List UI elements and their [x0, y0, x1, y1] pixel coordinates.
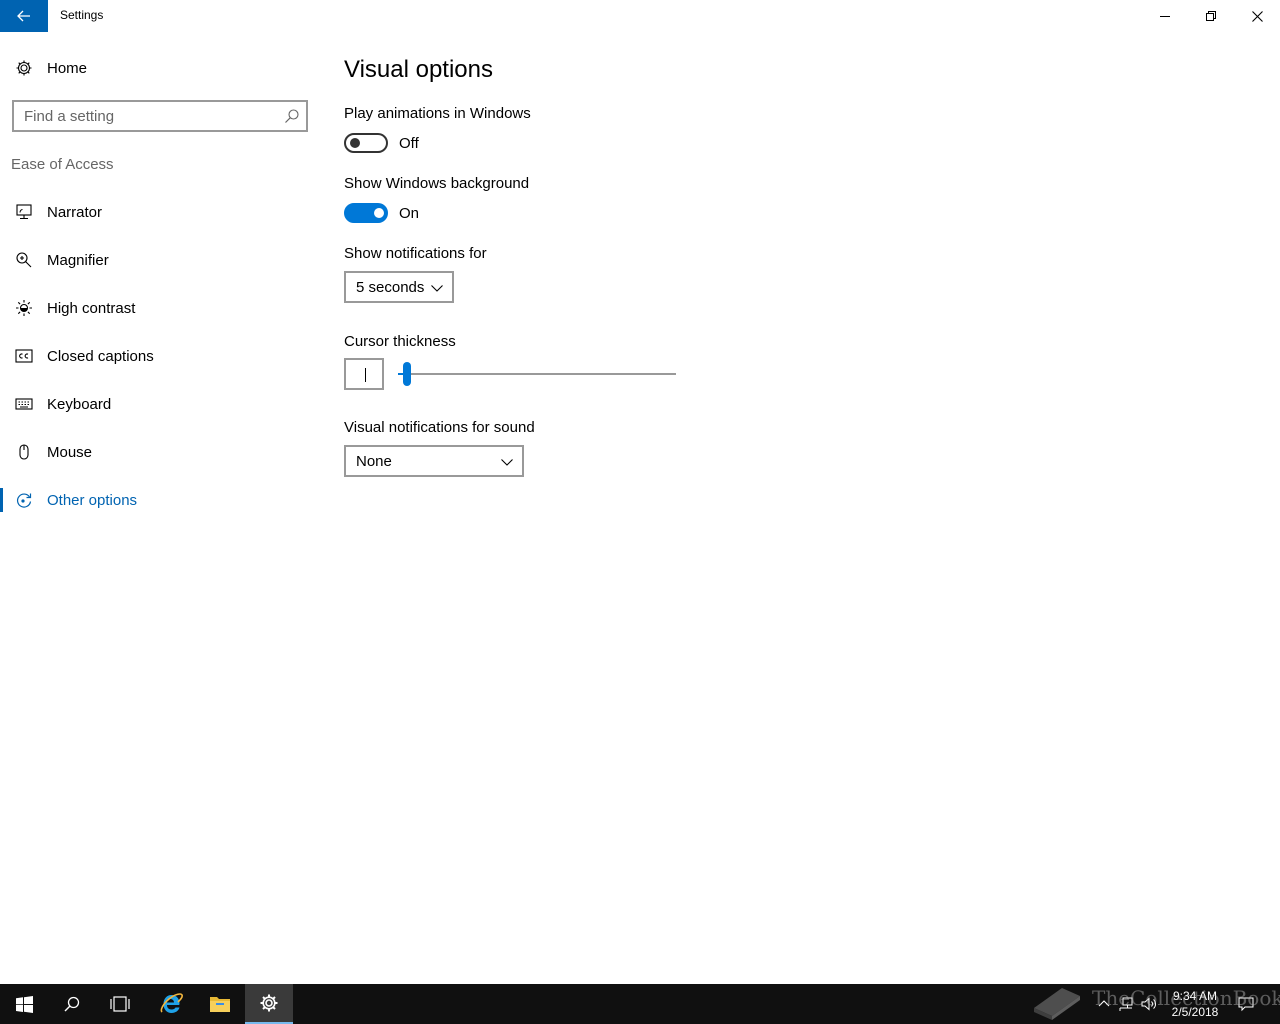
sidebar-item-other-options[interactable]: Other options: [0, 480, 320, 520]
sidebar-item-high-contrast[interactable]: High contrast: [0, 288, 320, 328]
play-animations-label: Play animations in Windows: [344, 105, 531, 122]
mouse-icon: [14, 442, 34, 462]
volume-icon[interactable]: [1141, 996, 1157, 1012]
cursor-thickness-slider-track[interactable]: [398, 373, 676, 375]
taskbar: 9:34 AM 2/5/2018: [0, 984, 1280, 1024]
sidebar-item-label: High contrast: [47, 299, 136, 317]
sidebar-item-label: Keyboard: [47, 395, 112, 413]
search-input[interactable]: [14, 102, 264, 130]
toggle-knob: [374, 208, 384, 218]
restore-icon: [1206, 11, 1216, 21]
close-button[interactable]: [1234, 0, 1280, 32]
chevron-down-icon: [431, 285, 443, 292]
text-cursor: [365, 368, 366, 382]
taskbar-clock[interactable]: 9:34 AM 2/5/2018: [1160, 988, 1230, 1020]
settings-taskbar-button[interactable]: [245, 984, 293, 1024]
dropdown-value: 5 seconds: [356, 278, 425, 296]
sidebar-item-magnifier[interactable]: Magnifier: [0, 240, 320, 280]
section-heading: Ease of Access: [11, 156, 114, 173]
chevron-down-icon: [501, 459, 513, 466]
cursor-thickness-label: Cursor thickness: [344, 333, 456, 350]
clock-time: 9:34 AM: [1172, 989, 1218, 1003]
chevron-up-icon[interactable]: [1096, 996, 1112, 1012]
visual-sound-label: Visual notifications for sound: [344, 419, 535, 436]
high-contrast-icon: [14, 298, 34, 318]
search-icon: [64, 996, 80, 1012]
notifications-duration-label: Show notifications for: [344, 245, 487, 262]
show-background-state: On: [399, 205, 420, 222]
narrator-icon: [14, 202, 34, 222]
back-arrow-icon: [17, 10, 30, 22]
cursor-preview: [344, 358, 384, 390]
sidebar-item-label: Other options: [47, 491, 138, 509]
task-view-icon: [110, 996, 130, 1012]
gear-icon: [14, 58, 34, 78]
back-button[interactable]: [0, 0, 48, 32]
play-animations-state: Off: [399, 135, 419, 152]
minimize-button[interactable]: [1142, 0, 1188, 32]
sidebar-item-mouse[interactable]: Mouse: [0, 432, 320, 472]
show-background-toggle[interactable]: [344, 203, 388, 223]
dropdown-value: None: [356, 452, 392, 470]
internet-explorer-icon: [160, 993, 183, 1013]
file-explorer-button[interactable]: [196, 984, 244, 1024]
sidebar-item-label: Closed captions: [47, 347, 154, 365]
sidebar-item-label: Narrator: [47, 203, 103, 221]
sidebar-item-label: Home: [47, 59, 88, 77]
active-indicator: [0, 488, 3, 512]
close-icon: [1251, 10, 1263, 22]
task-view-button[interactable]: [96, 984, 144, 1024]
search-icon[interactable]: [284, 108, 300, 124]
sidebar-item-narrator[interactable]: Narrator: [0, 192, 320, 232]
internet-explorer-button[interactable]: [147, 984, 195, 1024]
closed-captions-icon: [14, 346, 34, 366]
network-icon[interactable]: [1118, 996, 1134, 1012]
toggle-knob: [350, 138, 360, 148]
search-button[interactable]: [48, 984, 96, 1024]
show-background-label: Show Windows background: [344, 175, 530, 192]
visual-sound-dropdown[interactable]: None: [344, 445, 524, 477]
other-options-icon: [14, 490, 34, 510]
keyboard-icon: [14, 394, 34, 414]
windows-logo-icon: [15, 995, 33, 1013]
notifications-duration-dropdown[interactable]: 5 seconds: [344, 271, 454, 303]
sidebar-item-label: Mouse: [47, 443, 93, 461]
title-bar: Settings: [0, 0, 1280, 32]
sidebar-item-keyboard[interactable]: Keyboard: [0, 384, 320, 424]
sidebar-item-closed-captions[interactable]: Closed captions: [0, 336, 320, 376]
cursor-thickness-slider-thumb[interactable]: [403, 362, 412, 386]
gear-icon: [260, 994, 278, 1012]
sidebar-item-label: Magnifier: [47, 251, 109, 269]
minimize-icon: [1160, 16, 1170, 17]
action-center-icon[interactable]: [1238, 996, 1254, 1012]
window-title: Settings: [60, 8, 104, 22]
sidebar-item-home[interactable]: Home: [0, 48, 320, 88]
magnifier-icon: [14, 250, 34, 270]
play-animations-toggle[interactable]: [344, 133, 388, 153]
clock-date: 2/5/2018: [1171, 1005, 1219, 1019]
restore-button[interactable]: [1188, 0, 1234, 32]
sidebar: Home Ease of Access Narrator Magnifier H…: [0, 32, 320, 984]
search-box[interactable]: [12, 100, 308, 132]
page-title: Visual options: [344, 56, 493, 83]
folder-icon: [210, 997, 230, 1012]
start-button[interactable]: [0, 984, 48, 1024]
